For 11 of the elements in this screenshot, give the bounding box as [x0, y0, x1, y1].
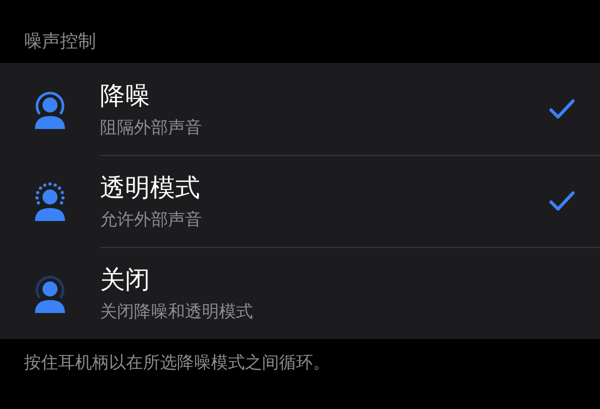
option-subtitle: 阻隔外部声音 — [100, 116, 203, 138]
option-subtitle: 允许外部声音 — [100, 208, 203, 230]
section-title: 噪声控制 — [24, 30, 96, 53]
mode-option[interactable]: 降噪 阻隔外部声音 — [0, 63, 600, 155]
mode-option[interactable]: 透明模式 允许外部声音 — [0, 155, 600, 247]
footer-hint: 按住耳机柄以在所选降噪模式之间循环。 — [24, 353, 330, 373]
mode-option[interactable]: 关闭 关闭降噪和透明模式 — [0, 247, 600, 339]
option-title: 关闭 — [100, 264, 151, 296]
option-title: 降噪 — [100, 80, 151, 112]
option-subtitle: 关闭降噪和透明模式 — [100, 301, 254, 323]
option-title: 透明模式 — [100, 172, 201, 204]
